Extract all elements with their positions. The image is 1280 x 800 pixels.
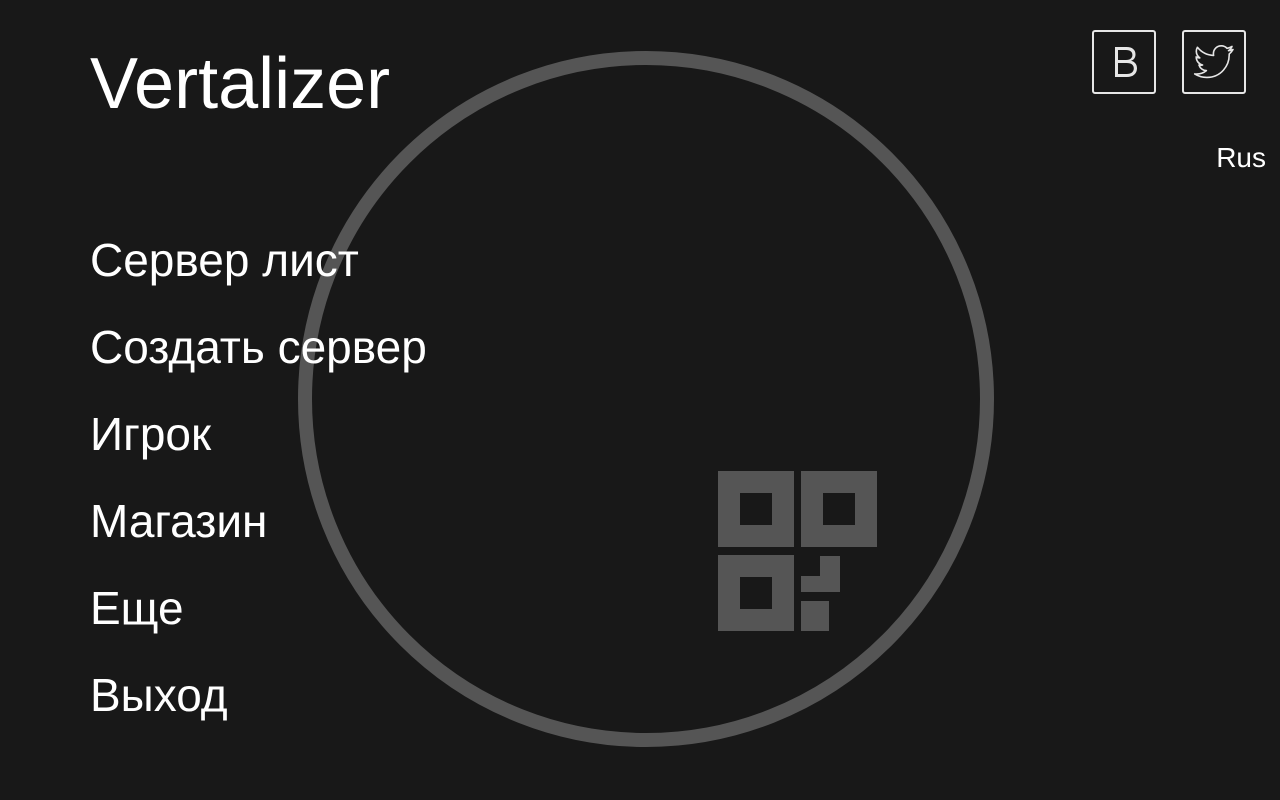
menu-item-exit[interactable]: Выход (90, 661, 427, 748)
vk-button[interactable] (1092, 30, 1156, 94)
menu-item-shop[interactable]: Магазин (90, 487, 427, 574)
menu-item-server-list[interactable]: Сервер лист (90, 226, 427, 313)
app-title: Vertalizer (90, 44, 391, 124)
twitter-button[interactable] (1182, 30, 1246, 94)
menu-item-player[interactable]: Игрок (90, 400, 427, 487)
main-menu: Сервер лист Создать сервер Игрок Магазин… (90, 226, 427, 748)
twitter-icon (1193, 45, 1234, 79)
menu-item-create-server[interactable]: Создать сервер (90, 313, 427, 400)
qr-code-icon (718, 471, 877, 631)
language-selector[interactable]: Rus (1216, 142, 1266, 174)
vk-icon (1115, 47, 1137, 77)
menu-item-more[interactable]: Еще (90, 574, 427, 661)
